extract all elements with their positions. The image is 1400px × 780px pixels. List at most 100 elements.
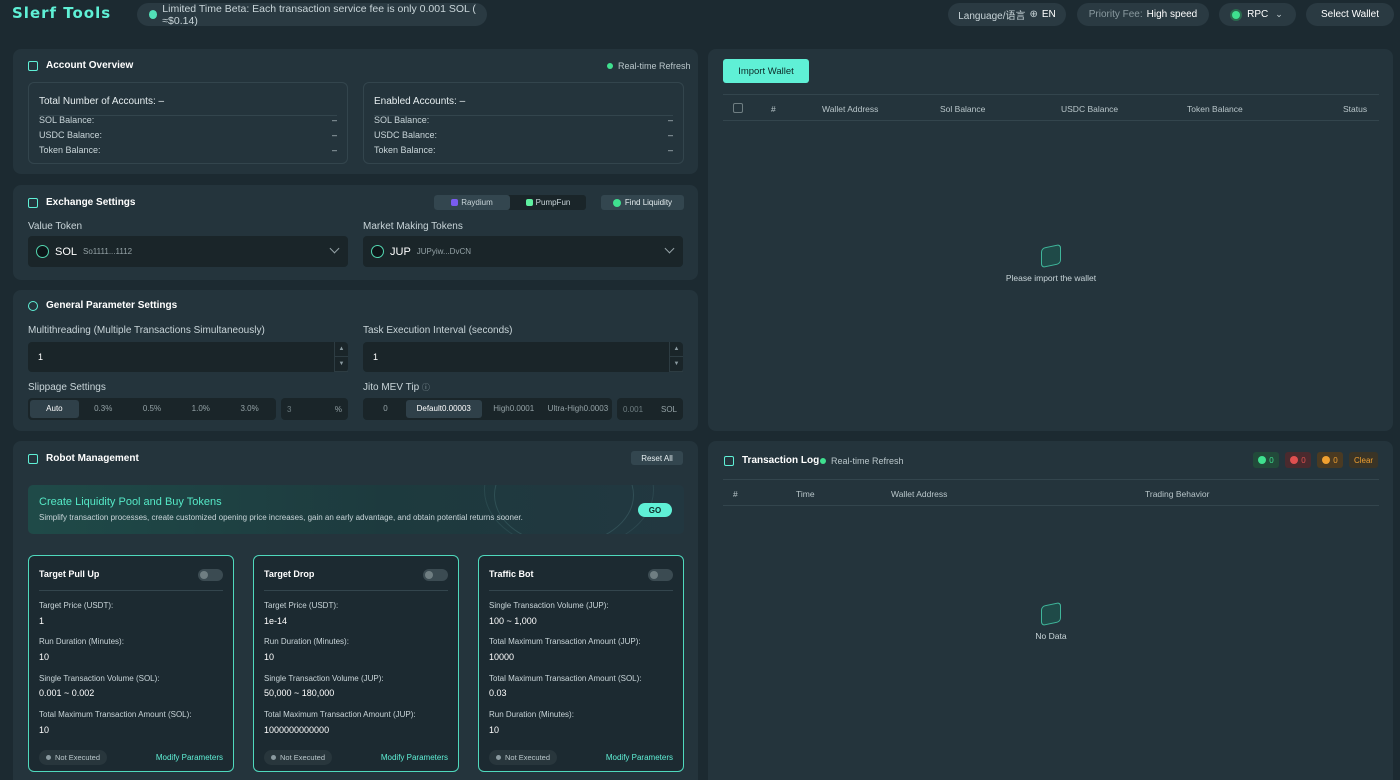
- robot-toggle[interactable]: [198, 569, 223, 581]
- column-header[interactable]: Wallet Address: [891, 489, 947, 499]
- jito-option[interactable]: Ultra-High0.0003: [546, 404, 610, 413]
- multithreading-value: 1: [38, 352, 44, 362]
- priority-fee-button[interactable]: Priority Fee: High speed: [1077, 3, 1209, 26]
- column-header[interactable]: Status: [1343, 104, 1367, 114]
- robot-toggle[interactable]: [648, 569, 673, 581]
- mm-token-select[interactable]: JUP JUPyiw...DvCN: [363, 236, 683, 267]
- language-value: EN: [1041, 9, 1056, 20]
- field-label: Total Maximum Transaction Amount (JUP):: [264, 710, 416, 719]
- kv-label: SOL Balance:: [39, 115, 95, 125]
- value-token-symbol: SOL: [55, 245, 78, 258]
- go-button[interactable]: GO: [638, 503, 672, 517]
- interval-input[interactable]: 1 ▲ ▼: [363, 342, 683, 372]
- modify-parameters-link[interactable]: Modify Parameters: [381, 753, 448, 762]
- multithreading-label: Multithreading (Multiple Transactions Si…: [28, 325, 265, 336]
- robot-card-traffic-bot: Traffic Bot Single Transaction Volume (J…: [478, 555, 684, 772]
- reset-all-button[interactable]: Reset All: [631, 451, 683, 465]
- select-wallet-button[interactable]: Select Wallet: [1306, 3, 1394, 26]
- log-refresh[interactable]: Real-time Refresh: [820, 456, 904, 466]
- jito-option[interactable]: Default0.00003: [405, 400, 482, 418]
- tab-raydium[interactable]: Raydium: [434, 195, 510, 210]
- multithreading-input[interactable]: 1 ▲ ▼: [28, 342, 348, 372]
- field-value: 100 ~ 1,000: [489, 616, 537, 626]
- jito-custom-input[interactable]: 0.001 SOL: [617, 398, 683, 420]
- logo[interactable]: Slerf Tools: [12, 4, 111, 22]
- slippage-option[interactable]: 0.5%: [128, 404, 177, 413]
- field-value: 0.001 ~ 0.002: [39, 688, 95, 698]
- column-header[interactable]: Wallet Address: [822, 104, 878, 114]
- rpc-button[interactable]: RPC ⌄: [1219, 3, 1296, 26]
- divider: [723, 94, 1379, 95]
- status-badge: Not Executed: [264, 750, 333, 765]
- live-dot-icon: [820, 458, 826, 464]
- slippage-option[interactable]: 0.3%: [79, 404, 128, 413]
- robot-management-title-text: Robot Management: [46, 453, 139, 464]
- clear-button[interactable]: Clear: [1349, 452, 1378, 468]
- general-settings-title-text: General Parameter Settings: [46, 300, 178, 311]
- field-value: 10: [489, 725, 500, 735]
- value-token-label: Value Token: [28, 221, 83, 232]
- jup-token-icon: [371, 245, 384, 258]
- column-header[interactable]: Trading Behavior: [1145, 489, 1209, 499]
- column-header: #: [771, 104, 776, 114]
- jito-label-text: Jito MEV Tip: [363, 382, 420, 393]
- field-label: Target Price (USDT):: [264, 601, 339, 610]
- slippage-option[interactable]: 1.0%: [176, 404, 225, 413]
- robot-icon: [28, 453, 38, 464]
- tab-pumpfun[interactable]: PumpFun: [510, 195, 586, 210]
- tab-label: PumpFun: [535, 198, 571, 207]
- interval-stepper[interactable]: ▲ ▼: [669, 342, 683, 372]
- mm-token-label: Market Making Tokens: [363, 221, 463, 232]
- modify-parameters-link[interactable]: Modify Parameters: [156, 753, 223, 762]
- warning-icon: [1322, 456, 1331, 464]
- field-label: Single Transaction Volume (JUP):: [264, 674, 384, 683]
- jito-unit: SOL: [660, 405, 677, 414]
- enabled-accounts-box: Enabled Accounts: – SOL Balance: – USDC B…: [363, 82, 684, 164]
- stepper-up-icon[interactable]: ▲: [335, 342, 348, 357]
- interval-value: 1: [373, 352, 379, 362]
- status-text: Not Executed: [55, 753, 101, 762]
- success-icon: [1258, 456, 1267, 464]
- jito-option[interactable]: 0: [365, 404, 406, 413]
- overview-refresh[interactable]: Real-time Refresh: [607, 61, 691, 71]
- slippage-custom-input[interactable]: 3 %: [281, 398, 348, 420]
- pumpfun-icon: [525, 199, 533, 206]
- create-pool-banner[interactable]: Create Liquidity Pool and Buy Tokens Sim…: [28, 485, 684, 534]
- total-usdc-balance-row: USDC Balance: –: [39, 130, 337, 140]
- column-header[interactable]: Sol Balance: [940, 104, 985, 114]
- stepper-down-icon[interactable]: ▼: [670, 357, 683, 372]
- robot-toggle[interactable]: [423, 569, 448, 581]
- kv-label: Token Balance:: [39, 145, 101, 155]
- language-button[interactable]: Language/语言 ⊕ EN: [948, 3, 1066, 26]
- rpc-status-icon: [1232, 10, 1241, 19]
- select-all-checkbox[interactable]: [733, 103, 743, 113]
- slippage-option[interactable]: Auto: [30, 400, 79, 418]
- value-token-select[interactable]: SOL So1111...1112: [28, 236, 348, 267]
- priority-fee-value: High speed: [1146, 9, 1198, 20]
- column-header[interactable]: USDC Balance: [1061, 104, 1118, 114]
- modify-parameters-link[interactable]: Modify Parameters: [606, 753, 673, 762]
- jito-option[interactable]: High0.0001: [482, 404, 546, 413]
- field-value: 10: [264, 652, 275, 662]
- slippage-option[interactable]: 3.0%: [225, 404, 274, 413]
- column-header[interactable]: Token Balance: [1187, 104, 1243, 114]
- banner-title: Create Liquidity Pool and Buy Tokens: [39, 496, 222, 508]
- column-header: #: [733, 489, 738, 499]
- jito-options: 0 Default0.00003 High0.0001 Ultra-High0.…: [363, 398, 612, 420]
- fail-count: 0: [1301, 455, 1306, 465]
- multithreading-stepper[interactable]: ▲ ▼: [334, 342, 348, 372]
- column-header[interactable]: Time: [796, 489, 815, 499]
- stepper-up-icon[interactable]: ▲: [670, 342, 683, 357]
- enabled-token-balance-row: Token Balance: –: [374, 145, 673, 155]
- find-liquidity-button[interactable]: Find Liquidity: [601, 195, 684, 210]
- general-settings-title: General Parameter Settings: [28, 300, 177, 311]
- kv-label: USDC Balance:: [374, 130, 438, 140]
- jito-placeholder: 0.001: [623, 405, 644, 414]
- info-icon[interactable]: ⓘ: [422, 383, 430, 392]
- import-wallet-button[interactable]: Import Wallet: [723, 59, 809, 83]
- pending-count-badge[interactable]: 0: [1317, 452, 1343, 468]
- success-count-badge[interactable]: 0: [1253, 452, 1279, 468]
- fail-count-badge[interactable]: 0: [1285, 452, 1311, 468]
- stepper-down-icon[interactable]: ▼: [335, 357, 348, 372]
- total-accounts-head: Total Number of Accounts: –: [39, 96, 165, 107]
